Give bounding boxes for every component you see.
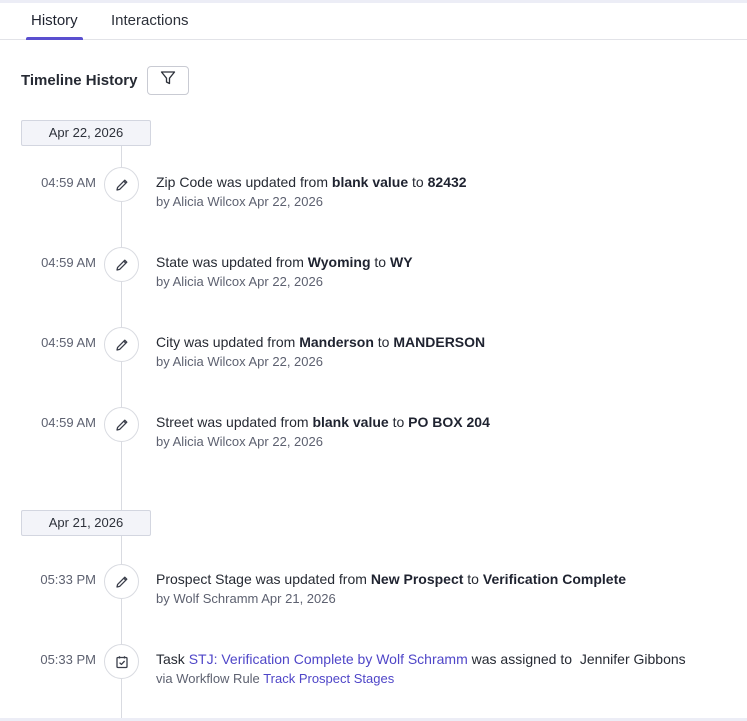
task-check-icon <box>104 644 139 679</box>
assign-text: was assigned to <box>471 651 573 667</box>
change-text: was updated from <box>184 334 296 350</box>
author-name: Alicia Wilcox <box>172 194 246 209</box>
new-value: 82432 <box>427 174 467 190</box>
to-text: to <box>377 334 390 350</box>
timeline-entry: 04:59 AM Street was updated from blank v… <box>0 407 747 454</box>
entry-description: State was updated from Wyoming to WY <box>156 254 413 270</box>
entry-time: 04:59 AM <box>41 175 96 190</box>
entry-meta: by Alicia Wilcox Apr 22, 2026 <box>156 354 323 369</box>
entry-description: Prospect Stage was updated from New Pros… <box>156 571 626 587</box>
entry-date: Apr 22, 2026 <box>248 274 323 289</box>
old-value: Manderson <box>299 334 374 350</box>
entry-date: Apr 22, 2026 <box>248 434 323 449</box>
field-name: Street <box>156 414 194 430</box>
entry-time: 04:59 AM <box>41 335 96 350</box>
by-label: by <box>156 434 170 449</box>
entry-description: Zip Code was updated from blank value to… <box>156 174 467 190</box>
filter-icon <box>160 70 176 91</box>
via-label: via Workflow Rule <box>156 671 260 686</box>
tab-history[interactable]: History <box>26 3 83 40</box>
new-value: Verification Complete <box>482 571 627 587</box>
pencil-icon <box>104 327 139 362</box>
assignee-name: Jennifer Gibbons <box>579 651 686 667</box>
to-text: to <box>467 571 479 587</box>
change-text: was updated from <box>216 174 328 190</box>
entry-date: Apr 21, 2026 <box>261 591 336 606</box>
old-value: Wyoming <box>307 254 371 270</box>
to-text: to <box>374 254 387 270</box>
tab-bar: History Interactions <box>0 3 747 40</box>
author-name: Alicia Wilcox <box>172 274 246 289</box>
new-value: PO BOX 204 <box>408 414 490 430</box>
task-prefix: Task <box>156 651 185 667</box>
timeline-entry: 04:59 AM State was updated from Wyoming … <box>0 247 747 294</box>
author-name: Wolf Schramm <box>173 591 259 606</box>
by-label: by <box>156 194 170 209</box>
new-value: MANDERSON <box>393 334 486 350</box>
entry-date: Apr 22, 2026 <box>248 354 323 369</box>
entry-time: 05:33 PM <box>40 572 96 587</box>
filter-button[interactable] <box>147 66 189 95</box>
pencil-icon <box>104 407 139 442</box>
timeline-entry: 04:59 AM City was updated from Manderson… <box>0 327 747 374</box>
date-header: Apr 22, 2026 <box>21 120 151 146</box>
by-label: by <box>156 591 170 606</box>
entry-time: 05:33 PM <box>40 652 96 667</box>
field-name: State <box>156 254 189 270</box>
entry-description: City was updated from Manderson to MANDE… <box>156 334 485 350</box>
entry-description: Street was updated from blank value to P… <box>156 414 490 430</box>
entry-time: 04:59 AM <box>41 255 96 270</box>
entry-description: Task STJ: Verification Complete by Wolf … <box>156 651 686 667</box>
section-title: Timeline History <box>21 72 138 89</box>
author-name: Alicia Wilcox <box>172 354 246 369</box>
field-name: City <box>156 334 181 350</box>
entry-meta: by Alicia Wilcox Apr 22, 2026 <box>156 274 323 289</box>
entry-meta: by Alicia Wilcox Apr 22, 2026 <box>156 194 323 209</box>
pencil-icon <box>104 167 139 202</box>
task-link[interactable]: STJ: Verification Complete by Wolf Schra… <box>189 651 468 667</box>
old-value: blank value <box>331 174 409 190</box>
change-text: was updated from <box>192 254 304 270</box>
tab-interactions[interactable]: Interactions <box>111 3 189 39</box>
field-name: Zip Code <box>156 174 213 190</box>
date-header: Apr 21, 2026 <box>21 510 151 536</box>
by-label: by <box>156 274 170 289</box>
pencil-icon <box>104 247 139 282</box>
author-name: Alicia Wilcox <box>172 434 246 449</box>
field-name: Prospect Stage <box>156 571 252 587</box>
change-text: was updated from <box>197 414 309 430</box>
timeline-entry: 05:33 PM Prospect Stage was updated from… <box>0 564 747 611</box>
entry-date: Apr 22, 2026 <box>248 194 323 209</box>
pencil-icon <box>104 564 139 599</box>
entry-time: 04:59 AM <box>41 415 96 430</box>
entry-meta: via Workflow Rule Track Prospect Stages <box>156 671 394 686</box>
change-text: was updated from <box>255 571 367 587</box>
to-text: to <box>412 174 424 190</box>
old-value: blank value <box>312 414 389 430</box>
entry-meta: by Wolf Schramm Apr 21, 2026 <box>156 591 336 606</box>
entry-meta: by Alicia Wilcox Apr 22, 2026 <box>156 434 323 449</box>
old-value: New Prospect <box>370 571 464 587</box>
to-text: to <box>392 414 405 430</box>
new-value: WY <box>390 254 413 270</box>
timeline-entry: 04:59 AM Zip Code was updated from blank… <box>0 167 747 214</box>
by-label: by <box>156 354 170 369</box>
workflow-rule-link[interactable]: Track Prospect Stages <box>263 671 394 686</box>
timeline-task-entry: 05:33 PM Task STJ: Verification Complete… <box>0 644 747 691</box>
